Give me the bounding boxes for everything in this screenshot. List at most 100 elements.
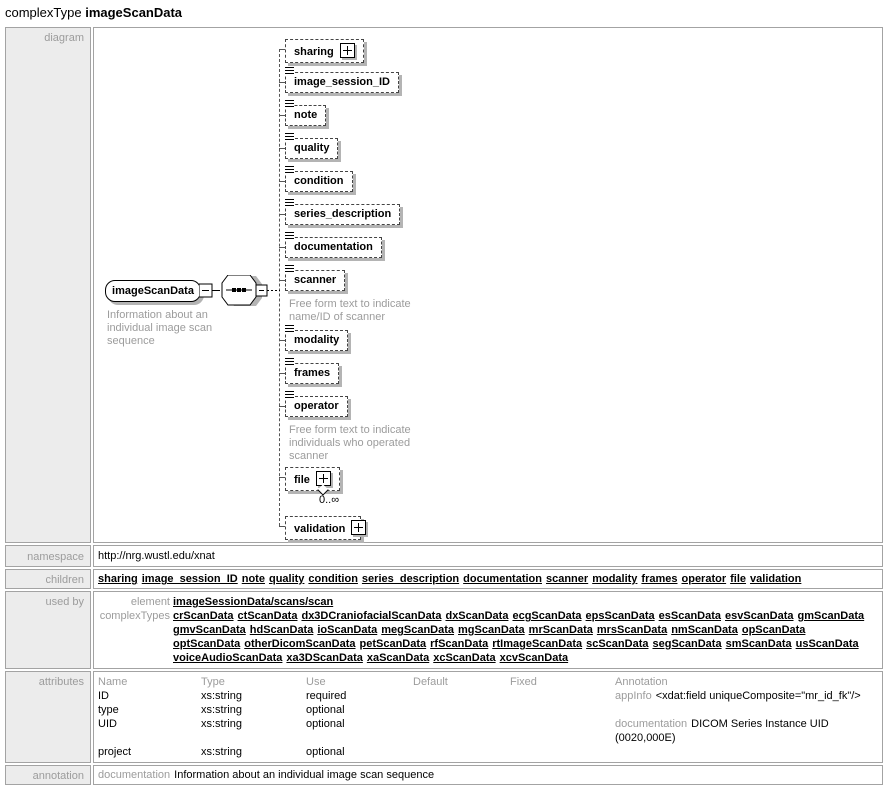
used-by-link-voiceAudioScanData[interactable]: voiceAudioScanData — [173, 651, 282, 665]
simple-content-icon — [284, 358, 294, 366]
page-title: complexType imageScanData — [5, 5, 888, 20]
attr-project-fixed — [510, 745, 615, 759]
diagram-child-condition: condition — [279, 171, 353, 192]
child-link-series_description[interactable]: series_description — [362, 573, 459, 585]
used-by-link-gmvScanData[interactable]: gmvScanData — [173, 623, 246, 637]
attr-type-use: optional — [306, 703, 413, 717]
attr-type-default — [413, 703, 510, 717]
used-by-link-mrScanData[interactable]: mrScanData — [529, 623, 593, 637]
used-by-link-xcvScanData[interactable]: xcvScanData — [500, 651, 569, 665]
child-link-validation[interactable]: validation — [750, 573, 801, 585]
element-box-scanner[interactable]: scanner — [285, 270, 345, 291]
used-by-link-dxScanData[interactable]: dxScanData — [445, 609, 508, 623]
attributes-cell: NameTypeUseDefaultFixedAnnotationIDxs:st… — [93, 671, 883, 763]
simple-content-icon — [284, 199, 294, 207]
attr-ID-type: xs:string — [201, 689, 306, 703]
used-by-link-crScanData[interactable]: crScanData — [173, 609, 234, 623]
element-box-image_session_ID[interactable]: image_session_ID — [285, 72, 399, 93]
type-kind-label: complexType — [5, 5, 82, 20]
element-box-series_description[interactable]: series_description — [285, 204, 400, 225]
annotation-row-label: annotation — [5, 765, 91, 785]
simple-content-icon — [284, 265, 294, 273]
used-by-link-gmScanData[interactable]: gmScanData — [798, 609, 865, 623]
element-box-label: series_description — [294, 208, 391, 220]
child-link-operator[interactable]: operator — [682, 573, 727, 585]
child-link-documentation[interactable]: documentation — [463, 573, 542, 585]
root-type-box: imageScanData — [105, 280, 201, 302]
child-link-modality[interactable]: modality — [592, 573, 637, 585]
used-by-link-dx3DCraniofacialScanData[interactable]: dx3DCraniofacialScanData — [301, 609, 441, 623]
used-by-link-hdScanData[interactable]: hdScanData — [250, 623, 314, 637]
attr-UID-use: optional — [306, 717, 413, 745]
used-by-link-esvScanData[interactable]: esvScanData — [725, 609, 794, 623]
child-link-sharing[interactable]: sharing — [98, 573, 138, 585]
attr-header-use: Use — [306, 675, 413, 689]
attr-annotation-text: <xdat:field uniqueComposite="mr_id_fk"/> — [656, 690, 861, 702]
used-by-link-esScanData[interactable]: esScanData — [659, 609, 721, 623]
diagram-row: diagram imageScanData Information about … — [5, 27, 883, 543]
child-link-scanner[interactable]: scanner — [546, 573, 588, 585]
used-by-link-imageSessionData/scans/scan[interactable]: imageSessionData/scans/scan — [173, 595, 333, 609]
used-by-link-opScanData[interactable]: opScanData — [742, 623, 806, 637]
used-by-element-links: imageSessionData/scans/scan — [173, 595, 878, 609]
element-box-validation[interactable]: validation — [285, 516, 361, 540]
child-link-image_session_ID[interactable]: image_session_ID — [142, 573, 238, 585]
element-box-note[interactable]: note — [285, 105, 326, 126]
used-by-row: used by element imageSessionData/scans/s… — [5, 591, 883, 669]
element-box-condition[interactable]: condition — [285, 171, 353, 192]
used-by-link-petScanData[interactable]: petScanData — [360, 637, 427, 651]
used-by-link-rfScanData[interactable]: rfScanData — [430, 637, 488, 651]
child-link-file[interactable]: file — [730, 573, 746, 585]
element-box-modality[interactable]: modality — [285, 330, 348, 351]
used-by-link-scScanData[interactable]: scScanData — [586, 637, 648, 651]
diagram-child-note: note — [279, 105, 326, 126]
children-links: sharing image_session_ID note quality condit… — [93, 569, 883, 589]
used-by-link-rtImageScanData[interactable]: rtImageScanData — [492, 637, 582, 651]
used-by-link-nmScanData[interactable]: nmScanData — [671, 623, 738, 637]
element-box-frames[interactable]: frames — [285, 363, 339, 384]
used-by-link-xa3DScanData[interactable]: xa3DScanData — [286, 651, 362, 665]
used-by-link-segScanData[interactable]: segScanData — [652, 637, 721, 651]
attr-project-type: xs:string — [201, 745, 306, 759]
expand-plus-icon[interactable] — [340, 43, 355, 58]
simple-content-icon — [284, 166, 294, 174]
used-by-complextypes-label: complexTypes — [98, 609, 170, 665]
diagram-child-file: file0..∞ — [279, 467, 340, 506]
child-link-note[interactable]: note — [242, 573, 265, 585]
element-box-label: documentation — [294, 241, 373, 253]
used-by-link-epsScanData[interactable]: epsScanData — [586, 609, 655, 623]
diagram-child-validation: validation — [279, 516, 361, 540]
element-box-file[interactable]: file — [285, 467, 340, 491]
used-by-link-megScanData[interactable]: megScanData — [381, 623, 454, 637]
used-by-link-xaScanData[interactable]: xaScanData — [367, 651, 429, 665]
element-box-sharing[interactable]: sharing — [285, 39, 364, 63]
attr-UID-name: UID — [98, 717, 201, 745]
diagram-child-scanner: scannerFree form text to indicate name/I… — [279, 270, 439, 324]
used-by-link-smScanData[interactable]: smScanData — [726, 637, 792, 651]
diagram-child-operator: operatorFree form text to indicate indiv… — [279, 396, 439, 463]
attributes-row-label: attributes — [5, 671, 91, 763]
used-by-link-ioScanData[interactable]: ioScanData — [317, 623, 377, 637]
used-by-link-ecgScanData[interactable]: ecgScanData — [512, 609, 581, 623]
attr-project-use: optional — [306, 745, 413, 759]
child-link-quality[interactable]: quality — [269, 573, 304, 585]
diagram-child-documentation: documentation — [279, 237, 382, 258]
used-by-link-mgScanData[interactable]: mgScanData — [458, 623, 525, 637]
diagram-row-label: diagram — [5, 27, 91, 543]
child-link-condition[interactable]: condition — [308, 573, 358, 585]
element-box-operator[interactable]: operator — [285, 396, 348, 417]
attr-ID-annotation: appInfo<xdat:field uniqueComposite="mr_i… — [615, 689, 878, 703]
attr-header-annotation: Annotation — [615, 675, 878, 689]
child-link-frames[interactable]: frames — [641, 573, 677, 585]
used-by-link-usScanData[interactable]: usScanData — [796, 637, 859, 651]
used-by-link-otherDicomScanData[interactable]: otherDicomScanData — [244, 637, 355, 651]
element-box-quality[interactable]: quality — [285, 138, 338, 159]
attr-type-fixed — [510, 703, 615, 717]
used-by-link-xcScanData[interactable]: xcScanData — [433, 651, 495, 665]
used-by-link-mrsScanData[interactable]: mrsScanData — [597, 623, 667, 637]
element-box-documentation[interactable]: documentation — [285, 237, 382, 258]
used-by-link-ctScanData[interactable]: ctScanData — [238, 609, 298, 623]
attr-type-annotation — [615, 703, 878, 717]
expand-plus-icon[interactable] — [351, 520, 366, 535]
used-by-link-optScanData[interactable]: optScanData — [173, 637, 240, 651]
